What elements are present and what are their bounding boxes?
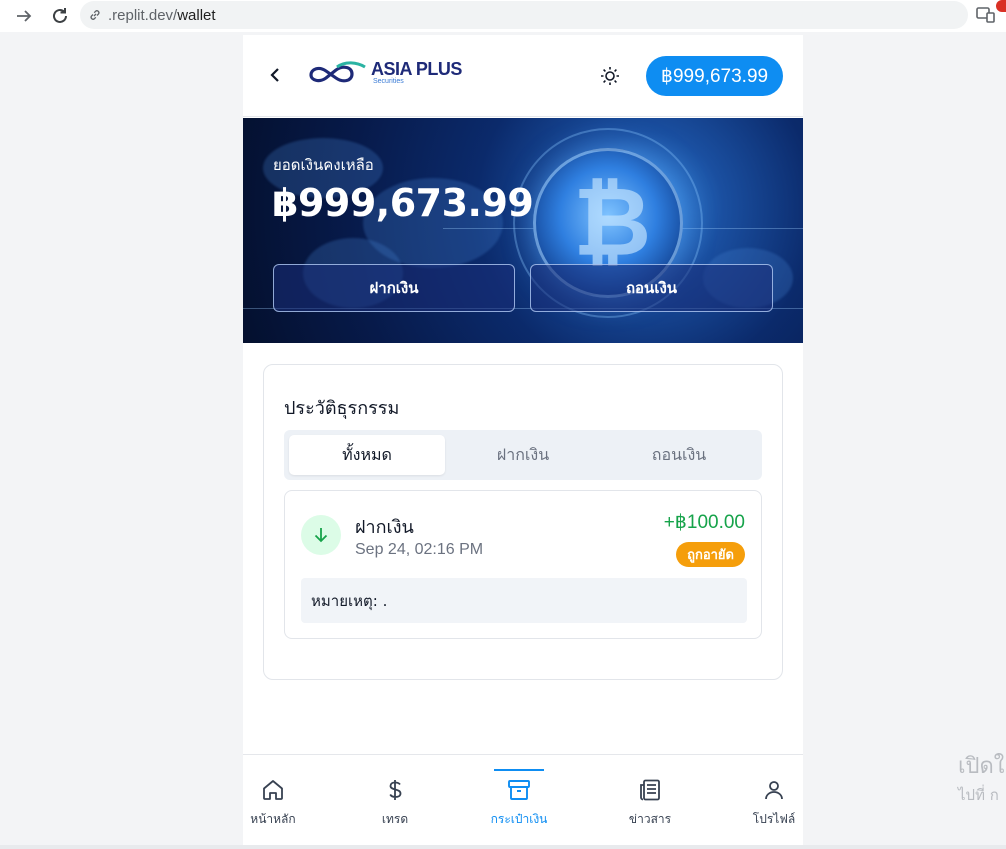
infinity-logo-icon xyxy=(309,61,366,83)
sun-icon xyxy=(601,67,619,85)
tab-deposit[interactable]: ฝากเงิน xyxy=(445,435,601,475)
link-icon xyxy=(88,7,104,23)
chevron-left-icon xyxy=(270,68,279,82)
browser-toolbar: .replit.dev/wallet xyxy=(0,0,1006,32)
transaction-item[interactable]: ฝากเงิน Sep 24, 02:16 PM +฿100.00 ถูกอาย… xyxy=(284,490,762,639)
url-domain: .replit.dev/ xyxy=(108,6,178,24)
nav-item-news[interactable]: ข่าวสาร xyxy=(594,755,706,849)
url-path: wallet xyxy=(177,6,216,24)
arrow-right-icon xyxy=(17,10,32,22)
bitcoin-icon: ₿ xyxy=(573,166,652,278)
forward-button[interactable] xyxy=(12,4,36,28)
transaction-note: หมายเหตุ: . xyxy=(301,578,747,623)
status-badge: ถูกอายัด xyxy=(676,542,745,567)
reload-icon xyxy=(53,8,67,23)
nav-label-news: ข่าวสาร xyxy=(628,812,672,826)
nav-label-trade: เทรด xyxy=(381,812,409,826)
app-header: ASIA PLUS Securities ฿999,673.99 xyxy=(243,35,803,117)
reload-button[interactable] xyxy=(48,4,72,28)
nav-item-home[interactable]: หน้าหลัก xyxy=(243,755,329,849)
transaction-type: ฝากเงิน xyxy=(355,517,414,538)
nav-label-wallet: กระเป๋าเงิน xyxy=(490,812,548,826)
logo-main-text: ASIA PLUS xyxy=(371,59,462,79)
transaction-history-card: ประวัติธุรกรรม ทั้งหมด ฝากเงิน ถอนเงิน ฝ… xyxy=(263,364,783,680)
history-tabs: ทั้งหมด ฝากเงิน ถอนเงิน xyxy=(284,430,762,480)
wallet-icon xyxy=(506,777,532,803)
bottom-navigation: หน้าหลัก เทรด กระเป๋าเงิน ข่าวสาร โปรไฟล xyxy=(243,754,803,849)
extension-button[interactable] xyxy=(976,6,998,26)
history-title: ประวัติธุรกรรม xyxy=(284,398,400,419)
nav-item-wallet[interactable]: กระเป๋าเงิน xyxy=(463,755,575,849)
back-button[interactable] xyxy=(263,63,287,87)
nav-label-home: หน้าหลัก xyxy=(250,812,296,826)
nav-item-trade[interactable]: เทรด xyxy=(339,755,451,849)
transaction-amount: +฿100.00 xyxy=(663,512,745,533)
dollar-icon xyxy=(382,777,408,803)
arrow-down-icon xyxy=(301,515,341,555)
tab-withdraw[interactable]: ถอนเงิน xyxy=(601,435,757,475)
withdraw-button[interactable]: ถอนเงิน xyxy=(530,264,773,312)
home-icon xyxy=(260,777,286,803)
cast-icon xyxy=(976,7,995,23)
side-text-line2: ไปที่ ก xyxy=(958,786,999,804)
notification-dot xyxy=(996,0,1006,12)
wallet-app: ASIA PLUS Securities ฿999,673.99 ₿ ยอดเง… xyxy=(243,35,803,849)
address-bar[interactable]: .replit.dev/wallet xyxy=(80,1,968,29)
theme-toggle-button[interactable] xyxy=(599,65,621,87)
logo-sub-text: Securities xyxy=(373,78,404,85)
user-icon xyxy=(761,777,787,803)
balance-hero: ₿ ยอดเงินคงเหลือ ฿999,673.99 ฝากเงิน ถอน… xyxy=(243,118,803,343)
header-balance-badge[interactable]: ฿999,673.99 xyxy=(646,56,783,96)
balance-amount: ฿999,673.99 xyxy=(272,181,534,225)
nav-item-profile[interactable]: โปรไฟล์ xyxy=(718,755,803,849)
logo[interactable]: ASIA PLUS Securities xyxy=(307,59,462,87)
balance-label: ยอดเงินคงเหลือ xyxy=(273,156,374,174)
news-icon xyxy=(637,777,663,803)
side-text-line1: เปิดใ xyxy=(958,754,1005,779)
page-bottom-border xyxy=(0,845,1006,849)
transaction-date: Sep 24, 02:16 PM xyxy=(355,541,484,558)
nav-label-profile: โปรไฟล์ xyxy=(752,812,796,826)
tab-all[interactable]: ทั้งหมด xyxy=(289,435,445,475)
deposit-button[interactable]: ฝากเงิน xyxy=(273,264,515,312)
